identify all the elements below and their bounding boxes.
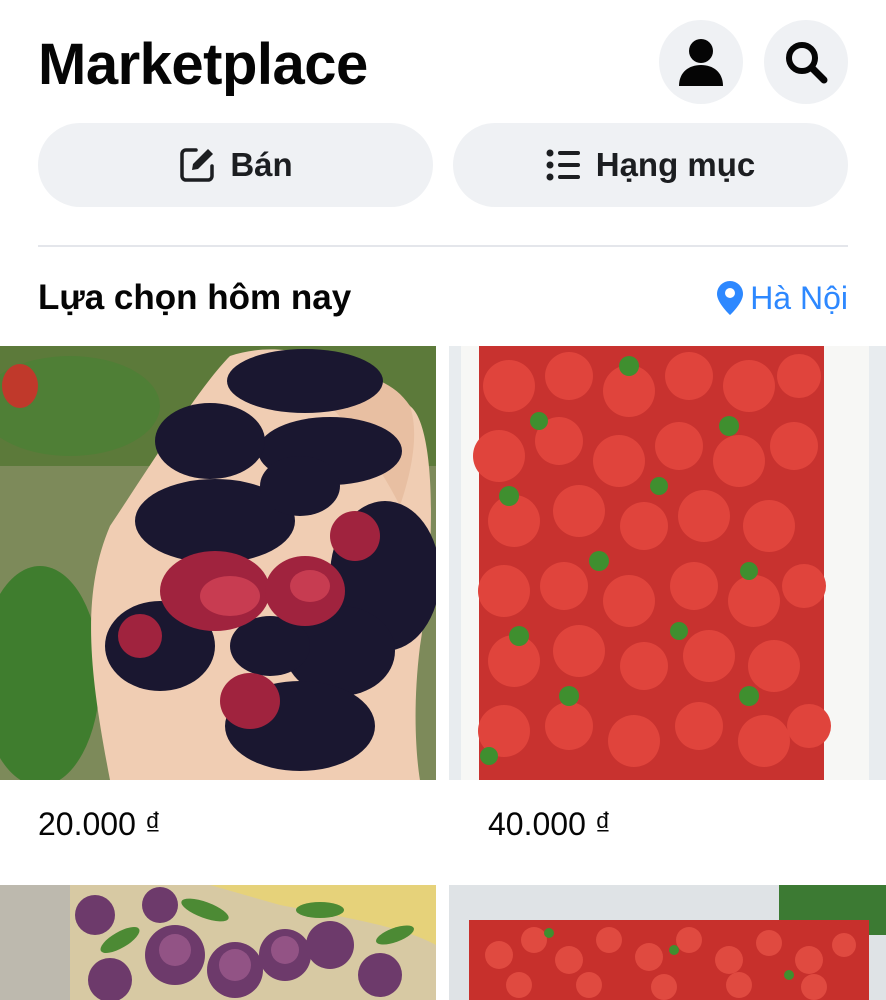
sell-button[interactable]: Bán	[38, 123, 433, 207]
listing-image-strawberries-tray[interactable]	[449, 885, 886, 1000]
divider	[38, 245, 848, 247]
categories-label: Hạng mục	[595, 146, 756, 183]
listing-price: 40.000 ₫	[488, 806, 612, 842]
list-icon	[546, 149, 582, 181]
section-title: Lựa chọn hôm nay	[38, 278, 352, 317]
search-button[interactable]	[764, 20, 848, 104]
listing-image-strawberries[interactable]	[449, 346, 886, 780]
header: Marketplace	[38, 20, 848, 104]
categories-button[interactable]: Hạng mục	[453, 123, 848, 207]
map-pin-icon	[717, 281, 744, 315]
edit-square-icon	[178, 146, 216, 184]
page-title: Marketplace	[38, 32, 368, 97]
profile-button[interactable]	[659, 20, 743, 104]
listing-price: 20.000 ₫	[38, 806, 162, 842]
listing-image-plums[interactable]	[0, 885, 436, 1000]
sell-label: Bán	[230, 146, 293, 183]
person-icon	[679, 39, 723, 86]
listing-image-mulberries[interactable]	[0, 346, 436, 780]
location-selector[interactable]: Hà Nội	[716, 276, 848, 320]
search-icon	[786, 42, 828, 84]
location-label: Hà Nội	[750, 279, 848, 316]
